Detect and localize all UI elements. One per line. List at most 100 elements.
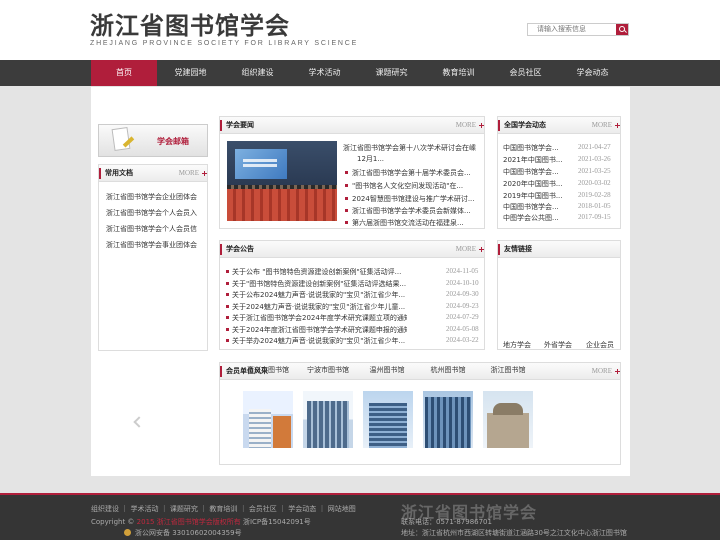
news-item[interactable]: 浙江省图书馆学会第十届学术委员会... bbox=[352, 168, 482, 178]
nav-research[interactable]: 课题研究 bbox=[358, 60, 425, 86]
police-badge-icon bbox=[124, 529, 131, 536]
list-item[interactable]: 2021年中国图书... bbox=[503, 155, 567, 165]
list-item[interactable]: 浙江省图书馆学会企业团体会 bbox=[106, 192, 204, 202]
notice-item[interactable]: 关于2024年度浙江省图书馆学会学术研究课题申报的通知 bbox=[232, 325, 407, 335]
site-logo[interactable]: 浙江省图书馆学会 bbox=[90, 12, 290, 40]
member-photo-jiaxing[interactable] bbox=[243, 391, 293, 448]
member-caption[interactable]: 宁波市图书馆 bbox=[298, 365, 358, 375]
date: 2024-11-05 bbox=[446, 267, 479, 275]
footer-link-label[interactable]: 课题研究 bbox=[170, 505, 198, 513]
notice-item[interactable]: 关于举办2024魅力声音·说说我家的"宝贝"浙江省少年... bbox=[232, 336, 407, 346]
nav-home[interactable]: 首页 bbox=[91, 60, 157, 86]
news-item[interactable]: 2024智慧图书馆建设与推广学术研讨... bbox=[352, 194, 482, 204]
footer-link[interactable]: 组织建设 ｜ 学术活动 ｜ 课题研究 ｜ 教育培训 ｜ 会员社区 ｜ 学会动态 … bbox=[91, 504, 356, 514]
news-more-link[interactable]: MORE bbox=[456, 117, 476, 134]
member-caption[interactable]: 嘉兴市图书馆 bbox=[238, 365, 298, 375]
nav-party[interactable]: 党建园地 bbox=[157, 60, 224, 86]
list-item[interactable]: 浙江省图书馆学会事业团体会 bbox=[106, 240, 204, 250]
docs-panel: 常用文档 MORE 浙江省图书馆学会企业团体会 浙江省图书馆学会个人会员入 浙江… bbox=[98, 164, 208, 351]
search-input[interactable] bbox=[528, 24, 617, 35]
site-logo-english: ZHEJIANG PROVINCE SOCIETY FOR LIBRARY SC… bbox=[90, 40, 359, 47]
footer-link-label[interactable]: 会员社区 bbox=[249, 505, 277, 513]
date: 2019-02-28 bbox=[578, 191, 611, 199]
news-item[interactable]: 第六届浙图书馆交流活动在福建泉... bbox=[352, 218, 482, 228]
plus-icon[interactable] bbox=[615, 369, 620, 374]
member-caption[interactable]: 温州图书馆 bbox=[357, 365, 417, 375]
list-item[interactable]: 中国图书馆学会... bbox=[503, 143, 567, 153]
footer-link-label[interactable]: 学术活动 bbox=[130, 505, 158, 513]
members-more-link[interactable]: MORE bbox=[592, 363, 612, 380]
news-item[interactable]: 浙江省图书馆学会学术委员会新媒体... bbox=[352, 206, 482, 216]
copyright-owner: 2015 浙江省图书馆学会版权所有 bbox=[136, 518, 241, 526]
footer-copyright: Copyright © 2015 浙江省图书馆学会版权所有 浙ICP备15042… bbox=[91, 517, 311, 527]
mailbox-banner[interactable]: 学会邮箱 bbox=[98, 124, 208, 157]
date: 2018-01-05 bbox=[578, 202, 611, 210]
mailbox-label: 学会邮箱 bbox=[157, 137, 189, 146]
footer-link-label[interactable]: 教育培训 bbox=[209, 505, 237, 513]
site-footer: 组织建设 ｜ 学术活动 ｜ 课题研究 ｜ 教育培训 ｜ 会员社区 ｜ 学会动态 … bbox=[0, 493, 720, 540]
footer-link-label[interactable]: 组织建设 bbox=[91, 505, 119, 513]
list-item[interactable]: 2019年中国图书... bbox=[503, 191, 567, 201]
date: 2021-03-26 bbox=[578, 155, 611, 163]
plus-icon[interactable] bbox=[479, 247, 484, 252]
news-lead-cont[interactable]: 12月1... bbox=[357, 154, 417, 164]
list-item[interactable]: 浙江省图书馆学会个人会员入 bbox=[106, 208, 204, 218]
links-title: 友情链接 bbox=[498, 241, 538, 258]
main-content: 学会邮箱 常用文档 MORE 浙江省图书馆学会企业团体会 浙江省图书馆学会个人会… bbox=[91, 87, 630, 476]
footer-address: 地址：浙江省杭州市西湖区转塘街道江涵路30号之江文化中心浙江图书馆 bbox=[401, 529, 627, 537]
links-panel: 友情链接 地方学会 外省学会 企业会员 bbox=[497, 240, 621, 350]
list-item[interactable]: 中图学会公共图... bbox=[503, 213, 567, 223]
member-photo-ningbo[interactable] bbox=[303, 391, 353, 448]
nav-academic[interactable]: 学术活动 bbox=[291, 60, 358, 86]
dynamics-more-link[interactable]: MORE bbox=[592, 117, 612, 134]
link-local-society[interactable]: 地方学会 bbox=[503, 340, 531, 350]
police-record[interactable]: 浙公网安备 33010602004359号 bbox=[135, 528, 242, 538]
footer-link-label[interactable]: 学会动态 bbox=[288, 505, 316, 513]
list-item[interactable]: 中国图书馆学会... bbox=[503, 167, 567, 177]
date: 2017-09-15 bbox=[578, 213, 611, 221]
nav-news[interactable]: 学会动态 bbox=[559, 60, 626, 86]
date: 2024-09-23 bbox=[446, 302, 479, 310]
member-caption[interactable]: 杭州图书馆 bbox=[418, 365, 478, 375]
news-lead[interactable]: 浙江省图书馆学会第十八次学术研讨会在嵊 bbox=[343, 143, 483, 153]
date: 2020-03-02 bbox=[578, 179, 611, 187]
member-caption[interactable]: 浙江图书馆 bbox=[478, 365, 538, 375]
notice-item[interactable]: 关于公布 "图书馆特色资源建设创新案例"征集活动评... bbox=[232, 267, 407, 277]
docs-more-link[interactable]: MORE bbox=[179, 165, 199, 182]
plus-icon[interactable] bbox=[202, 171, 207, 176]
list-item[interactable]: 浙江省图书馆学会个人会员信 bbox=[106, 224, 204, 234]
search-box bbox=[527, 23, 629, 36]
nav-organization[interactable]: 组织建设 bbox=[224, 60, 291, 86]
list-item[interactable]: 中国图书馆学会... bbox=[503, 202, 567, 212]
main-nav: 首页 党建园地 组织建设 学术活动 课题研究 教育培训 会员社区 学会动态 bbox=[0, 60, 720, 86]
member-photo-zhejiang[interactable] bbox=[483, 391, 533, 448]
date: 2021-03-25 bbox=[578, 167, 611, 175]
notice-more-link[interactable]: MORE bbox=[456, 241, 476, 258]
notice-item[interactable]: 关于公布2024魅力声音·说说我家的"宝贝"浙江省少年... bbox=[232, 290, 407, 300]
plus-icon[interactable] bbox=[615, 123, 620, 128]
link-corporate-member[interactable]: 企业会员 bbox=[586, 340, 614, 350]
nav-training[interactable]: 教育培训 bbox=[425, 60, 492, 86]
date: 2021-04-27 bbox=[578, 143, 611, 151]
copyright-label: Copyright © bbox=[91, 518, 135, 526]
search-icon[interactable] bbox=[616, 24, 628, 35]
news-photo[interactable] bbox=[227, 141, 337, 221]
notice-item[interactable]: 关于"图书馆特色资源建设创新案例"征集活动评选结果... bbox=[232, 279, 407, 289]
date: 2024-09-30 bbox=[446, 290, 479, 298]
member-photo-hangzhou[interactable] bbox=[423, 391, 473, 448]
news-item[interactable]: "图书馆名人文化空间发现活动"在... bbox=[352, 181, 482, 191]
dynamics-title: 全国学会动态 bbox=[498, 117, 552, 134]
list-item[interactable]: 2020年中国图书... bbox=[503, 179, 567, 189]
date: 2024-03-22 bbox=[446, 336, 479, 344]
footer-link-label[interactable]: 网站地图 bbox=[328, 505, 356, 513]
link-other-province[interactable]: 外省学会 bbox=[544, 340, 572, 350]
plus-icon[interactable] bbox=[479, 123, 484, 128]
nav-community[interactable]: 会员社区 bbox=[492, 60, 559, 86]
notice-item[interactable]: 关于2024魅力声音·说说我家的"宝贝"浙江省少年儿童... bbox=[232, 302, 407, 312]
site-header: 浙江省图书馆学会 ZHEJIANG PROVINCE SOCIETY FOR L… bbox=[0, 0, 720, 60]
member-photo-wenzhou[interactable] bbox=[363, 391, 413, 448]
notice-panel: 学会公告 MORE 关于公布 "图书馆特色资源建设创新案例"征集活动评... 2… bbox=[219, 240, 485, 350]
icp-number[interactable]: 浙ICP备15042091号 bbox=[243, 518, 311, 526]
date: 2024-07-29 bbox=[446, 313, 479, 321]
notice-item[interactable]: 关于浙江省图书馆学会2024年度学术研究课题立项的通知 bbox=[232, 313, 407, 323]
